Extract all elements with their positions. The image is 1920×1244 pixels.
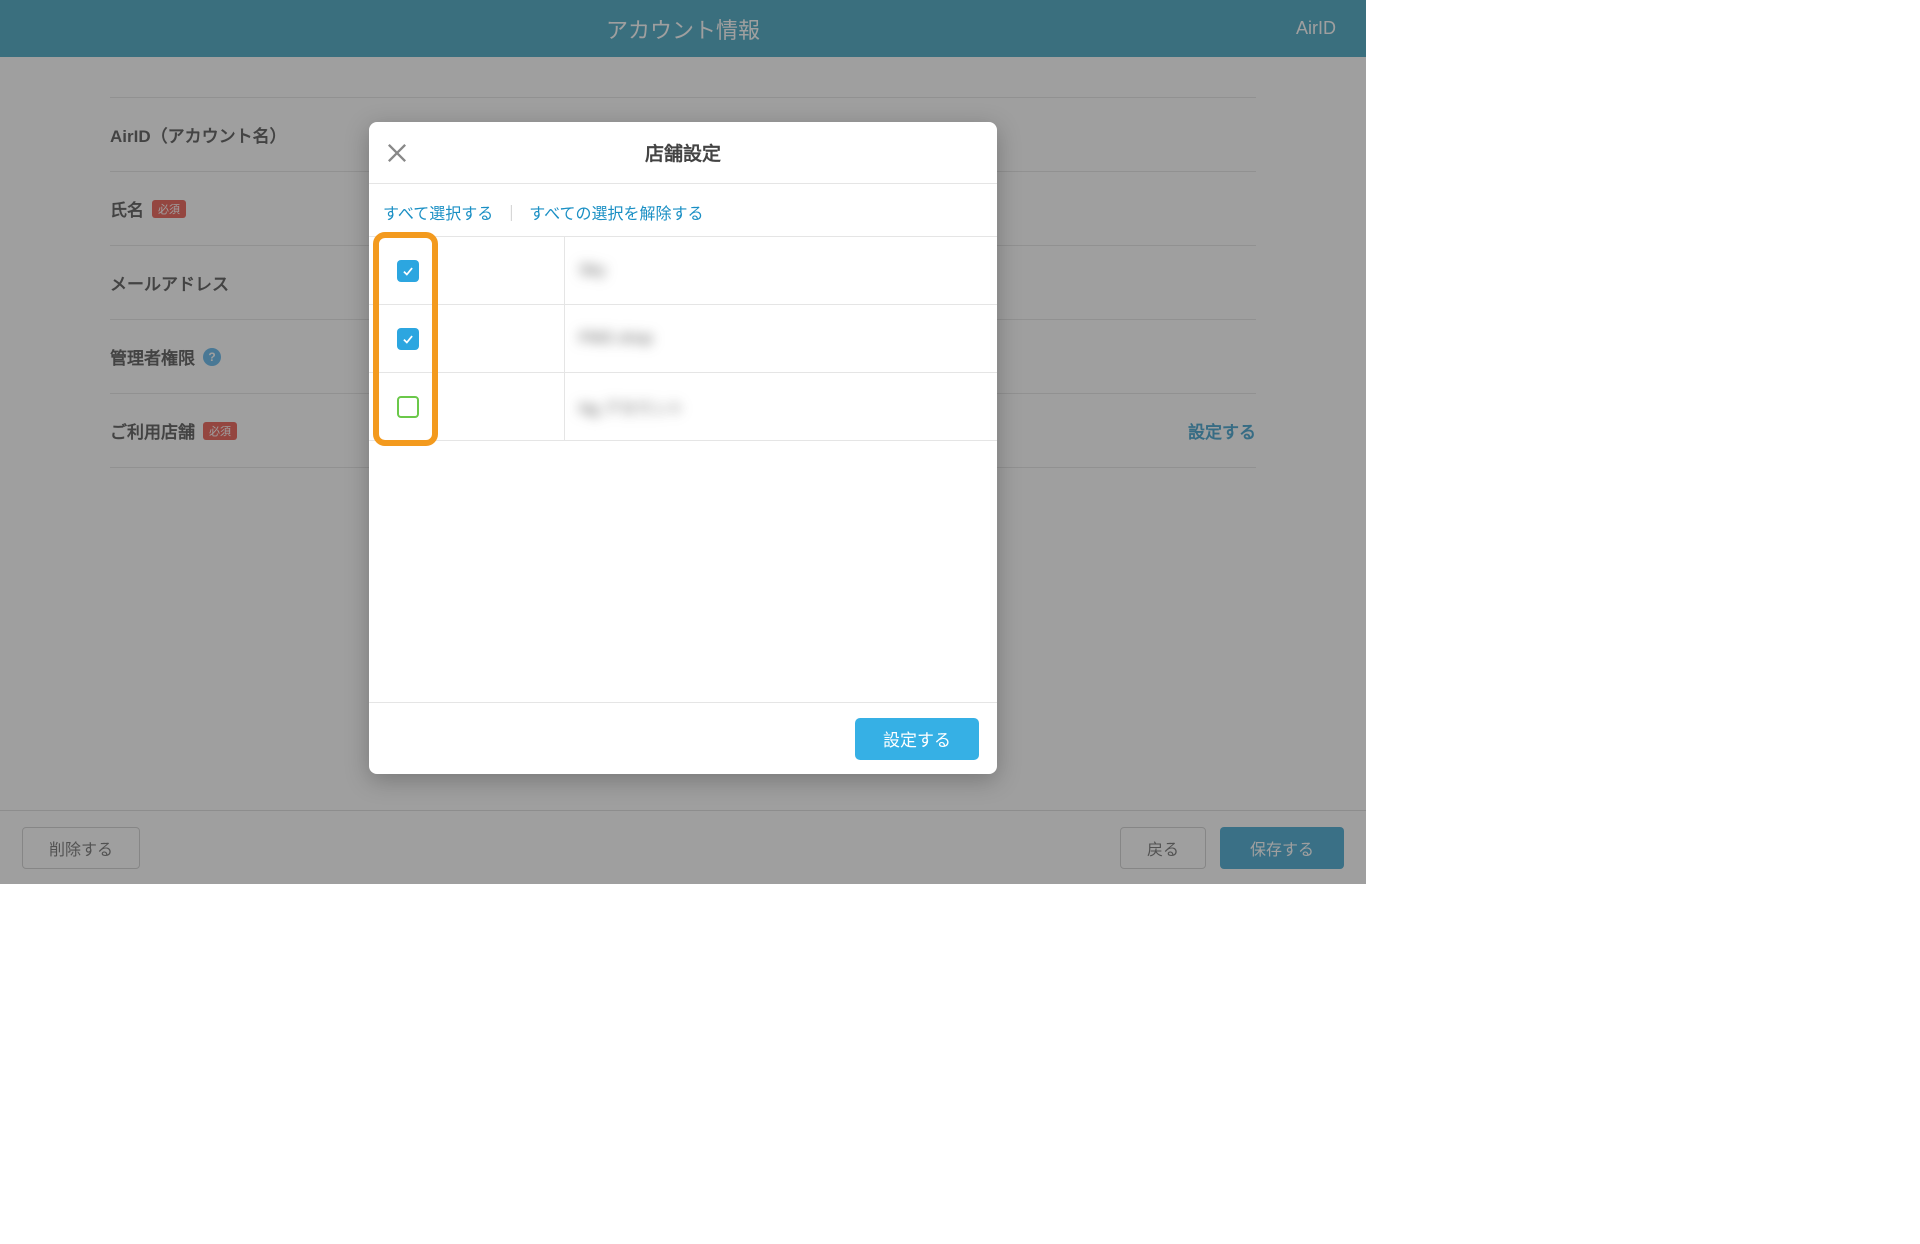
store-row: Ng アカウント [369, 373, 997, 441]
close-icon[interactable] [383, 139, 411, 167]
checkbox-cell[interactable] [369, 237, 565, 304]
checkbox-unchecked-icon [397, 396, 419, 418]
modal-confirm-button[interactable]: 設定する [855, 718, 979, 760]
deselect-all-link[interactable]: すべての選択を解除する [529, 200, 703, 224]
modal-footer: 設定する [369, 702, 997, 774]
checkbox-cell[interactable] [369, 305, 565, 372]
store-name: PMS shop [579, 330, 653, 348]
store-row: Sky [369, 237, 997, 305]
store-name: Sky [579, 262, 606, 280]
store-name-cell: Ng アカウント [565, 373, 997, 440]
store-settings-modal: 店舗設定 すべて選択する ｜ すべての選択を解除する Sky [369, 122, 997, 774]
store-name: Ng アカウント [579, 395, 684, 419]
select-all-link[interactable]: すべて選択する [383, 200, 493, 224]
checkbox-checked-icon [397, 328, 419, 350]
store-table: Sky PMS shop [369, 236, 997, 441]
modal-title: 店舗設定 [645, 139, 721, 166]
modal-overlay[interactable]: 店舗設定 すべて選択する ｜ すべての選択を解除する Sky [0, 0, 1366, 884]
modal-header: 店舗設定 [369, 122, 997, 184]
store-name-cell: PMS shop [565, 305, 997, 372]
separator: ｜ [503, 200, 519, 224]
store-name-cell: Sky [565, 237, 997, 304]
checkbox-cell[interactable] [369, 373, 565, 440]
checkbox-checked-icon [397, 260, 419, 282]
store-row: PMS shop [369, 305, 997, 373]
modal-body: すべて選択する ｜ すべての選択を解除する Sky [369, 184, 997, 702]
selection-links: すべて選択する ｜ すべての選択を解除する [369, 184, 997, 236]
